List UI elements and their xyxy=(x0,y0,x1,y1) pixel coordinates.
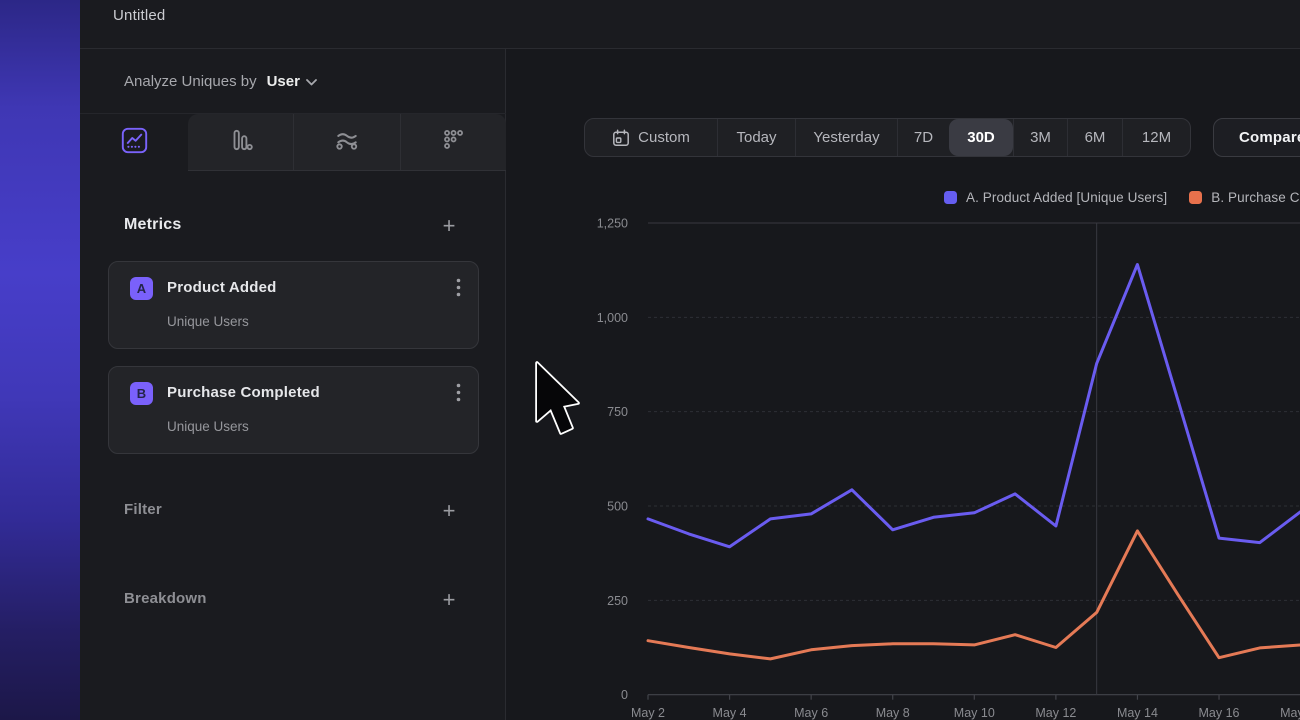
range-3m-button[interactable]: 3M xyxy=(1013,119,1067,156)
range-7d-button[interactable]: 7D xyxy=(897,119,949,156)
compare-button[interactable]: Compare xyxy=(1213,118,1300,157)
breakdown-header: Breakdown + xyxy=(80,585,506,617)
main-panel: Custom Today Yesterday 7D 30D 3M 6M 12M Compare… xyxy=(507,49,1300,720)
range-yesterday-button[interactable]: Yesterday xyxy=(795,119,897,156)
inactive-tabs-panel xyxy=(188,114,506,171)
filter-title: Filter xyxy=(124,501,162,518)
x-tick-label: May 16 xyxy=(1199,706,1240,720)
y-tick-label: 750 xyxy=(607,405,628,419)
metric-measure: Unique Users xyxy=(167,419,249,434)
tab-flow-chart[interactable] xyxy=(293,114,399,170)
tab-line-chart-selected[interactable] xyxy=(80,114,188,171)
x-tick-label: May 6 xyxy=(794,706,828,720)
kebab-icon xyxy=(456,286,461,301)
x-tick-label: May 10 xyxy=(954,706,995,720)
range-today-button[interactable]: Today xyxy=(717,119,795,156)
range-12m-button[interactable]: 12M xyxy=(1122,119,1190,156)
add-breakdown-button[interactable]: + xyxy=(436,587,462,613)
bar-chart-icon xyxy=(228,127,254,158)
metric-options-button[interactable] xyxy=(447,382,469,406)
range-6m-button[interactable]: 6M xyxy=(1067,119,1122,156)
metric-measure: Unique Users xyxy=(167,314,249,329)
range-custom-button[interactable]: Custom xyxy=(585,119,717,156)
chart-type-tabs xyxy=(80,114,506,171)
tab-bar-chart[interactable] xyxy=(188,114,293,170)
range-label: Custom xyxy=(638,129,690,146)
metric-options-button[interactable] xyxy=(447,277,469,301)
metric-card-b[interactable]: B Purchase Completed Unique Users xyxy=(108,366,479,454)
report-title[interactable]: Untitled xyxy=(113,7,165,24)
calendar-icon xyxy=(612,129,630,147)
filter-header: Filter + xyxy=(80,496,506,528)
range-label: Yesterday xyxy=(813,129,879,146)
metric-name: Product Added xyxy=(167,279,277,296)
range-label: 6M xyxy=(1085,129,1106,146)
x-tick-label: May 2 xyxy=(631,706,665,720)
range-label: 12M xyxy=(1142,129,1171,146)
series-line[interactable] xyxy=(648,531,1300,659)
metric-name: Purchase Completed xyxy=(167,384,320,401)
metrics-header: Metrics + xyxy=(80,211,506,243)
line-chart-icon xyxy=(121,127,148,159)
add-metric-button[interactable]: + xyxy=(436,213,462,239)
y-tick-label: 250 xyxy=(607,594,628,608)
breakdown-title: Breakdown xyxy=(124,590,207,607)
sidebar: Analyze Uniques by User Metrics + A Produ… xyxy=(80,49,506,720)
x-tick-label: May 12 xyxy=(1035,706,1076,720)
range-label: 3M xyxy=(1030,129,1051,146)
flow-chart-icon xyxy=(333,126,361,159)
range-label: 30D xyxy=(967,129,995,146)
x-tick-label: May 4 xyxy=(713,706,747,720)
metrics-title: Metrics xyxy=(124,216,181,234)
topbar: Untitled xyxy=(80,0,1300,49)
date-range-toolbar: Custom Today Yesterday 7D 30D 3M 6M 12M xyxy=(584,118,1191,157)
range-label: 7D xyxy=(914,129,933,146)
analyze-by-dropdown[interactable]: User xyxy=(267,73,317,90)
metric-letter-badge: B xyxy=(130,382,153,405)
y-tick-label: 1,250 xyxy=(597,217,628,231)
range-30d-button[interactable]: 30D xyxy=(949,119,1013,156)
app-window: Untitled Analyze Uniques by User Metrics… xyxy=(0,0,1300,720)
grid-dots-icon xyxy=(440,127,466,158)
analyze-row: Analyze Uniques by User xyxy=(80,49,506,114)
analyze-by-value: User xyxy=(267,73,300,90)
x-tick-label: May 14 xyxy=(1117,706,1158,720)
metric-card-a[interactable]: A Product Added Unique Users xyxy=(108,261,479,349)
line-chart: 0 250 500 750 1,000 1,250 May 2 May 4 May 6 May 8… xyxy=(507,200,1300,720)
y-tick-label: 0 xyxy=(621,688,628,702)
series-line[interactable] xyxy=(648,265,1300,547)
tab-grid-dots[interactable] xyxy=(400,114,506,170)
x-tick-label: May 8 xyxy=(876,706,910,720)
y-tick-label: 1,000 xyxy=(597,311,628,325)
x-tick-label: May 18 xyxy=(1280,706,1300,720)
chevron-down-icon xyxy=(306,79,317,86)
y-tick-label: 500 xyxy=(607,500,628,514)
add-filter-button[interactable]: + xyxy=(436,498,462,524)
left-gradient-strip xyxy=(0,0,80,720)
metric-letter-badge: A xyxy=(130,277,153,300)
analyze-label: Analyze Uniques by xyxy=(124,73,257,90)
range-label: Today xyxy=(736,129,776,146)
kebab-icon xyxy=(456,391,461,406)
